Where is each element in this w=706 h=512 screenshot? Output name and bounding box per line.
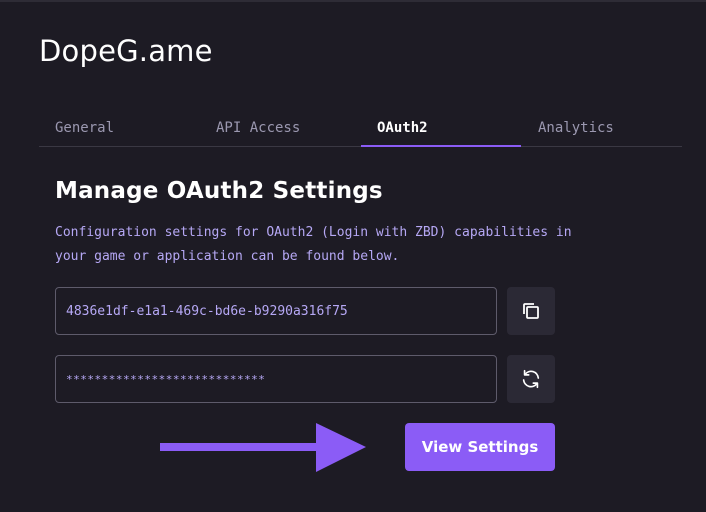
tab-general[interactable]: General bbox=[55, 110, 114, 147]
refresh-icon bbox=[522, 369, 540, 389]
copy-button[interactable] bbox=[507, 287, 555, 335]
app-title: DopeG.ame bbox=[39, 34, 213, 68]
client-secret-value: **************************** bbox=[66, 372, 266, 386]
section-description: Configuration settings for OAuth2 (Login… bbox=[55, 225, 572, 264]
section-title: Manage OAuth2 Settings bbox=[55, 178, 383, 204]
tab-oauth2[interactable]: OAuth2 bbox=[377, 110, 428, 147]
refresh-button[interactable] bbox=[507, 355, 555, 403]
view-settings-button[interactable]: View Settings bbox=[405, 423, 555, 471]
top-border bbox=[0, 0, 706, 2]
copy-icon bbox=[523, 303, 539, 319]
tab-bar: General API Access OAuth2 Analytics bbox=[39, 110, 682, 147]
client-id-value: 4836e1df-e1a1-469c-bd6e-b9290a316f75 bbox=[66, 303, 348, 319]
active-tab-indicator bbox=[361, 145, 521, 147]
client-id-field[interactable]: 4836e1df-e1a1-469c-bd6e-b9290a316f75 bbox=[55, 287, 497, 335]
arrow-right-icon bbox=[160, 423, 366, 472]
tab-api-access[interactable]: API Access bbox=[216, 110, 300, 147]
tab-analytics[interactable]: Analytics bbox=[538, 110, 614, 147]
client-secret-field[interactable]: **************************** bbox=[55, 355, 497, 403]
